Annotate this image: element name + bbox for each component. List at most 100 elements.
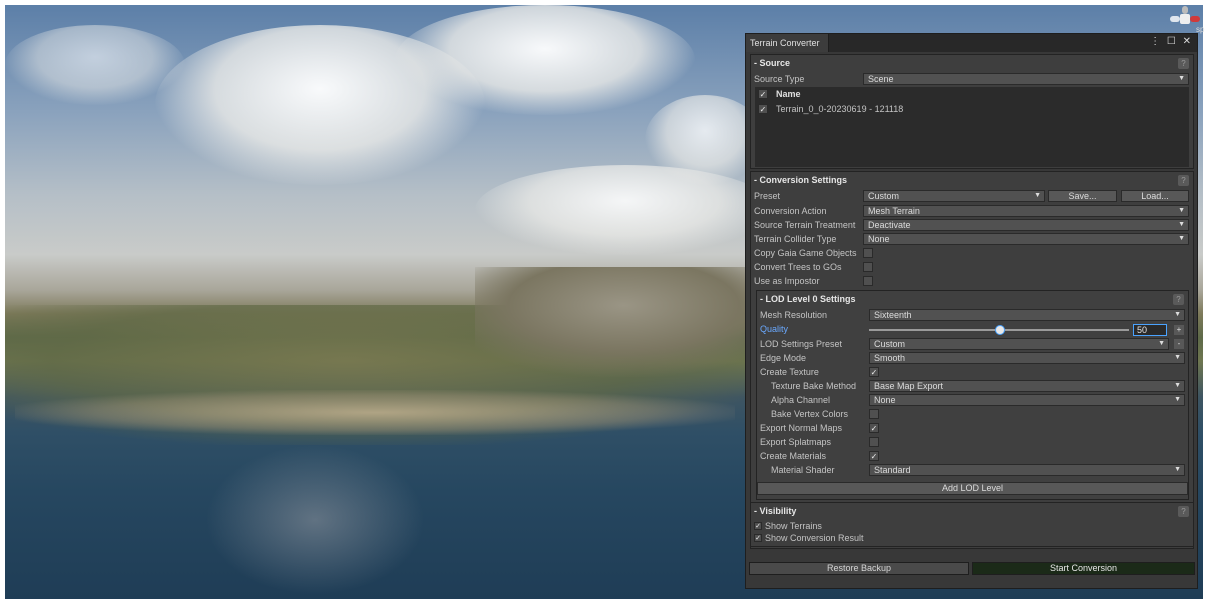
name-column-header: Name [776,89,801,99]
lod-preset-remove-button[interactable]: - [1174,339,1184,349]
convert-trees-label: Convert Trees to GOs [754,262,842,272]
texture-bake-method-dropdown[interactable]: Base Map Export ▼ [869,380,1185,392]
material-shader-value: Standard [874,465,911,475]
restore-backup-button[interactable]: Restore Backup [749,562,969,575]
source-terrain-treatment-dropdown[interactable]: Deactivate ▼ [863,219,1189,231]
window-tab-bar: Terrain Converter ⋮ ☐ ✕ [746,34,1197,52]
alpha-channel-label: Alpha Channel [771,395,831,405]
lod-settings-preset-label: LOD Settings Preset [760,339,843,349]
chevron-down-icon: ▼ [1178,75,1185,82]
gizmo-y-axis[interactable] [1182,6,1188,14]
visibility-section: - Visibility ? ✓ Show Terrains ✓ Show Co… [750,502,1194,547]
terrain-collider-type-dropdown[interactable]: None ▼ [863,233,1189,245]
select-all-checkbox[interactable]: ✓ [758,89,768,99]
help-icon[interactable]: ? [1178,175,1189,186]
preset-dropdown[interactable]: Custom ▼ [863,190,1045,202]
show-conversion-result-checkbox[interactable]: ✓ [754,534,762,542]
quality-number-field[interactable]: 50 [1133,324,1167,336]
quality-increment-button[interactable]: + [1174,325,1184,335]
mesh-resolution-value: Sixteenth [874,310,912,320]
create-texture-checkbox[interactable]: ✓ [869,367,879,377]
visibility-header[interactable]: - Visibility [754,506,796,516]
gizmo-z-axis[interactable] [1170,16,1180,22]
lod-level-0-header[interactable]: - LOD Level 0 Settings [760,294,856,304]
help-icon[interactable]: ? [1173,294,1184,305]
quality-slider-handle[interactable] [995,325,1005,335]
chevron-down-icon: ▼ [1174,466,1181,473]
create-materials-checkbox[interactable]: ✓ [869,451,879,461]
source-section: - Source ? Source Type Scene ▼ ✓ Name ✓ T… [750,54,1194,169]
help-icon[interactable]: ? [1178,506,1189,517]
chevron-down-icon: ▼ [1174,396,1181,403]
gizmo-center[interactable] [1180,14,1190,24]
preset-label: Preset [754,191,781,201]
gizmo-x-axis[interactable] [1190,16,1200,22]
source-type-dropdown[interactable]: Scene ▼ [863,73,1189,85]
quality-label: Quality [760,324,789,334]
show-terrains-checkbox[interactable]: ✓ [754,522,762,530]
start-conversion-button[interactable]: Start Conversion [972,562,1195,575]
conversion-settings-header[interactable]: - Conversion Settings [754,175,847,185]
window-controls[interactable]: ⋮ ☐ ✕ [1150,36,1193,47]
create-texture-label: Create Texture [760,367,819,377]
chevron-down-icon: ▼ [1174,311,1181,318]
cloud [395,5,695,115]
source-header[interactable]: - Source [754,58,790,68]
terrain-item-checkbox[interactable]: ✓ [758,104,768,114]
show-conversion-result-label: Show Conversion Result [765,533,864,543]
texture-bake-method-value: Base Map Export [874,381,944,391]
source-terrain-treatment-label: Source Terrain Treatment [754,220,856,230]
conversion-action-value: Mesh Terrain [868,206,920,216]
water-reflection [205,445,425,595]
source-list: ✓ Name ✓ Terrain_0_0-20230619 - 121118 [755,87,1189,167]
lod-settings-preset-dropdown[interactable]: Custom ▼ [869,338,1169,350]
export-normal-maps-checkbox[interactable]: ✓ [869,423,879,433]
chevron-down-icon: ▼ [1178,221,1185,228]
terrain-converter-window: Terrain Converter ⋮ ☐ ✕ - Source ? Sourc… [745,33,1198,589]
add-lod-level-button[interactable]: Add LOD Level [757,482,1188,495]
copy-gaia-checkbox[interactable] [863,248,873,258]
terrain-collider-type-label: Terrain Collider Type [754,234,837,244]
scene-orientation-gizmo[interactable]: sp [1170,6,1204,34]
mesh-resolution-label: Mesh Resolution [760,310,828,320]
material-shader-dropdown[interactable]: Standard ▼ [869,464,1185,476]
edge-mode-label: Edge Mode [760,353,807,363]
chevron-down-icon: ▼ [1178,235,1185,242]
help-icon[interactable]: ? [1178,58,1189,69]
edge-mode-dropdown[interactable]: Smooth ▼ [869,352,1185,364]
preset-value: Custom [868,191,900,201]
conversion-settings-section: - Conversion Settings ? Preset Custom ▼ S… [750,171,1194,549]
lod-level-0-section: - LOD Level 0 Settings ? Mesh Resolution… [756,290,1189,500]
conversion-action-dropdown[interactable]: Mesh Terrain ▼ [863,205,1189,217]
terrain-collider-type-value: None [868,234,890,244]
chevron-down-icon: ▼ [1034,192,1041,199]
source-type-label: Source Type [754,74,805,84]
alpha-channel-value: None [874,395,896,405]
chevron-down-icon: ▼ [1178,207,1185,214]
save-preset-button[interactable]: Save... [1048,190,1117,202]
bake-vertex-colors-label: Bake Vertex Colors [771,409,849,419]
conversion-action-label: Conversion Action [754,206,827,216]
create-materials-label: Create Materials [760,451,827,461]
lod-settings-preset-value: Custom [874,339,906,349]
export-normal-maps-label: Export Normal Maps [760,423,843,433]
alpha-channel-dropdown[interactable]: None ▼ [869,394,1185,406]
material-shader-label: Material Shader [771,465,835,475]
copy-gaia-label: Copy Gaia Game Objects [754,248,857,258]
chevron-down-icon: ▼ [1174,382,1181,389]
export-splatmaps-label: Export Splatmaps [760,437,832,447]
chevron-down-icon: ▼ [1174,354,1181,361]
source-type-value: Scene [868,74,894,84]
show-terrains-label: Show Terrains [765,521,822,531]
convert-trees-checkbox[interactable] [863,262,873,272]
load-preset-button[interactable]: Load... [1121,190,1189,202]
bake-vertex-colors-checkbox[interactable] [869,409,879,419]
use-impostor-checkbox[interactable] [863,276,873,286]
terrain-item-label[interactable]: Terrain_0_0-20230619 - 121118 [776,103,903,115]
cloud [5,25,185,105]
use-impostor-label: Use as Impostor [754,276,820,286]
chevron-down-icon: ▼ [1158,340,1165,347]
export-splatmaps-checkbox[interactable] [869,437,879,447]
mesh-resolution-dropdown[interactable]: Sixteenth ▼ [869,309,1185,321]
tab-terrain-converter[interactable]: Terrain Converter [746,34,829,52]
